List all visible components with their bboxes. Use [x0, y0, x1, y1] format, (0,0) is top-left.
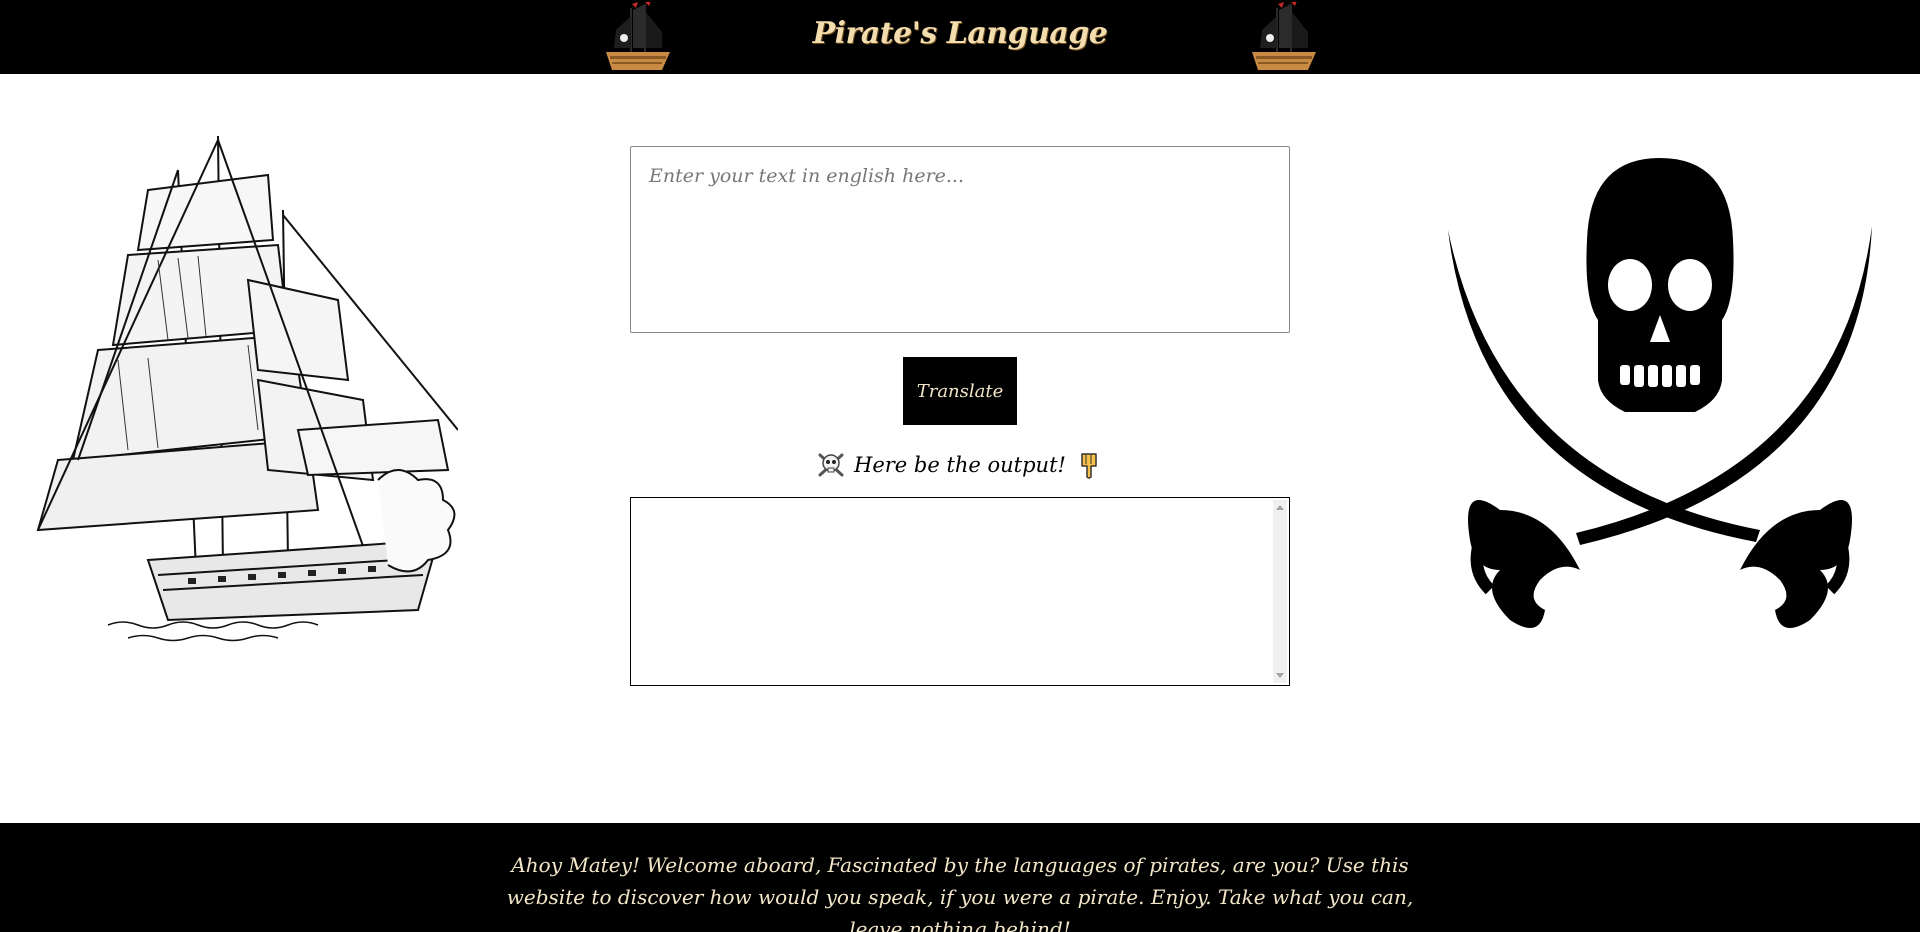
page-title: Pirate's Language: [812, 16, 1108, 51]
ship-sketch-icon: [36, 135, 458, 642]
skull-crossbones-icon: [818, 453, 844, 477]
jolly-roger-icon: [1448, 158, 1872, 628]
output-label-text: Here be the output!: [854, 453, 1066, 477]
translate-button[interactable]: Translate: [903, 357, 1017, 425]
english-text-input[interactable]: [630, 146, 1290, 333]
output-text: [631, 498, 1289, 522]
output-scrollbar[interactable]: [1273, 500, 1287, 683]
pointing-down-hand-icon: [1081, 453, 1097, 479]
footer-welcome-text: Ahoy Matey! Welcome aboard, Fascinated b…: [506, 853, 1414, 932]
scroll-up-arrow-icon[interactable]: [1276, 505, 1284, 510]
header-bar: Pirate's Language: [0, 0, 1920, 74]
pirate-output-box[interactable]: [630, 497, 1290, 686]
footer-bar: Ahoy Matey! Welcome aboard, Fascinated b…: [0, 823, 1920, 932]
pirate-ship-icon: [1252, 2, 1316, 70]
scroll-down-arrow-icon[interactable]: [1276, 673, 1284, 678]
